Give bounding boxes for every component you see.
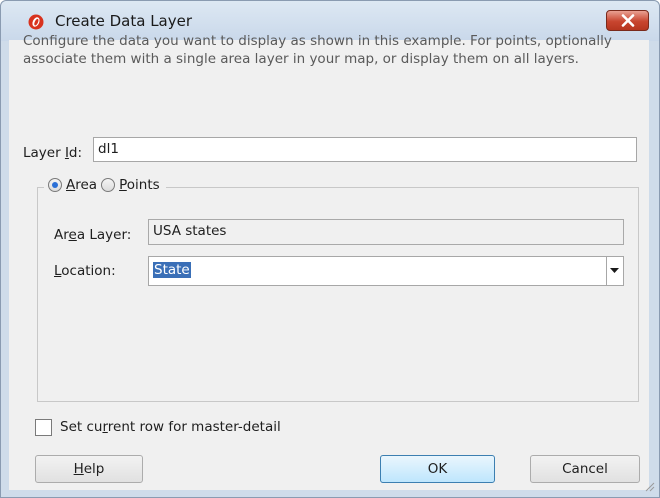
location-selected-value: State [153,262,191,278]
location-label-part: ocation: [61,263,116,279]
layer-id-label: Layer Id: [23,145,82,161]
cancel-button[interactable]: Cancel [530,455,640,483]
ok-button[interactable]: OK [380,455,495,483]
close-button[interactable] [606,10,649,31]
area-layer-label-part: Ar [54,227,69,243]
layer-type-radios: Area Points [44,175,166,195]
chevron-down-icon [610,268,619,273]
master-detail-label-part: rent row for master-detail [107,419,281,435]
area-radio[interactable] [48,178,62,192]
layer-id-label-part: d: [68,145,83,161]
help-label-mnemonic: H [73,461,84,477]
location-dropdown-button[interactable] [606,257,623,285]
close-icon [621,14,635,27]
area-label-rest: rea [75,177,98,193]
help-button[interactable]: Help [35,455,143,483]
points-label-mnemonic: P [119,177,127,193]
area-layer-field: USA states [148,219,624,245]
points-radio[interactable] [101,178,116,192]
points-label-rest: oints [126,177,160,193]
master-detail-checkbox[interactable] [35,419,52,436]
layer-id-input[interactable]: dl1 [93,137,637,162]
description-text: Configure the data you want to display a… [23,33,612,67]
area-layer-label-part: a Layer: [76,227,132,243]
layer-id-label-part: Layer [23,145,65,161]
location-label: Location: [54,263,116,279]
help-label-rest: elp [83,461,105,477]
master-detail-label[interactable]: Set current row for master-detail [60,419,281,435]
area-radio-label[interactable]: Area [66,177,97,193]
area-label-mnemonic: A [66,177,76,193]
master-detail-label-part: Set cu [60,419,103,435]
dialog-title: Create Data Layer [55,12,193,30]
points-radio-label[interactable]: Points [119,177,160,193]
area-layer-label: Area Layer: [54,227,131,243]
resize-grip-icon[interactable] [643,480,655,492]
area-layer-label-mnemonic: e [68,227,77,243]
location-select[interactable]: State [148,256,624,286]
oracle-app-icon [28,14,44,30]
